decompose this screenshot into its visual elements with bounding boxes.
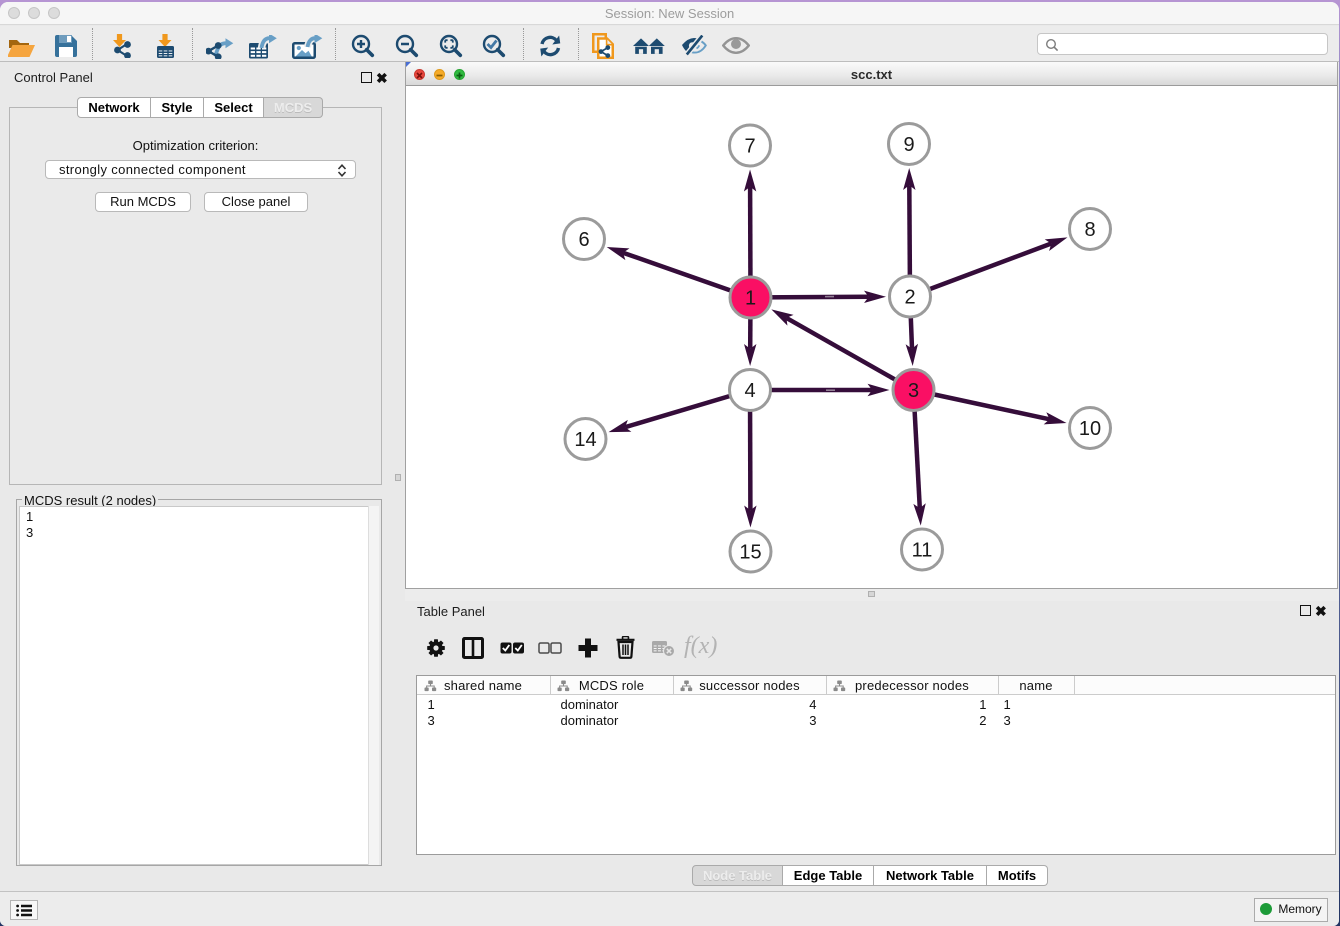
svg-text:2: 2 — [904, 287, 915, 309]
svg-text:f(x): f(x) — [684, 633, 717, 659]
svg-text:7: 7 — [744, 136, 755, 158]
svg-text:9: 9 — [903, 134, 914, 156]
svg-text:14: 14 — [574, 429, 596, 451]
svg-text:3: 3 — [908, 380, 919, 402]
svg-text:4: 4 — [744, 380, 755, 402]
svg-text:8: 8 — [1084, 219, 1095, 241]
svg-text:1: 1 — [745, 288, 756, 310]
svg-text:6: 6 — [578, 229, 589, 251]
svg-text:10: 10 — [1079, 418, 1101, 440]
svg-text:11: 11 — [912, 540, 933, 562]
svg-text:15: 15 — [739, 542, 761, 564]
